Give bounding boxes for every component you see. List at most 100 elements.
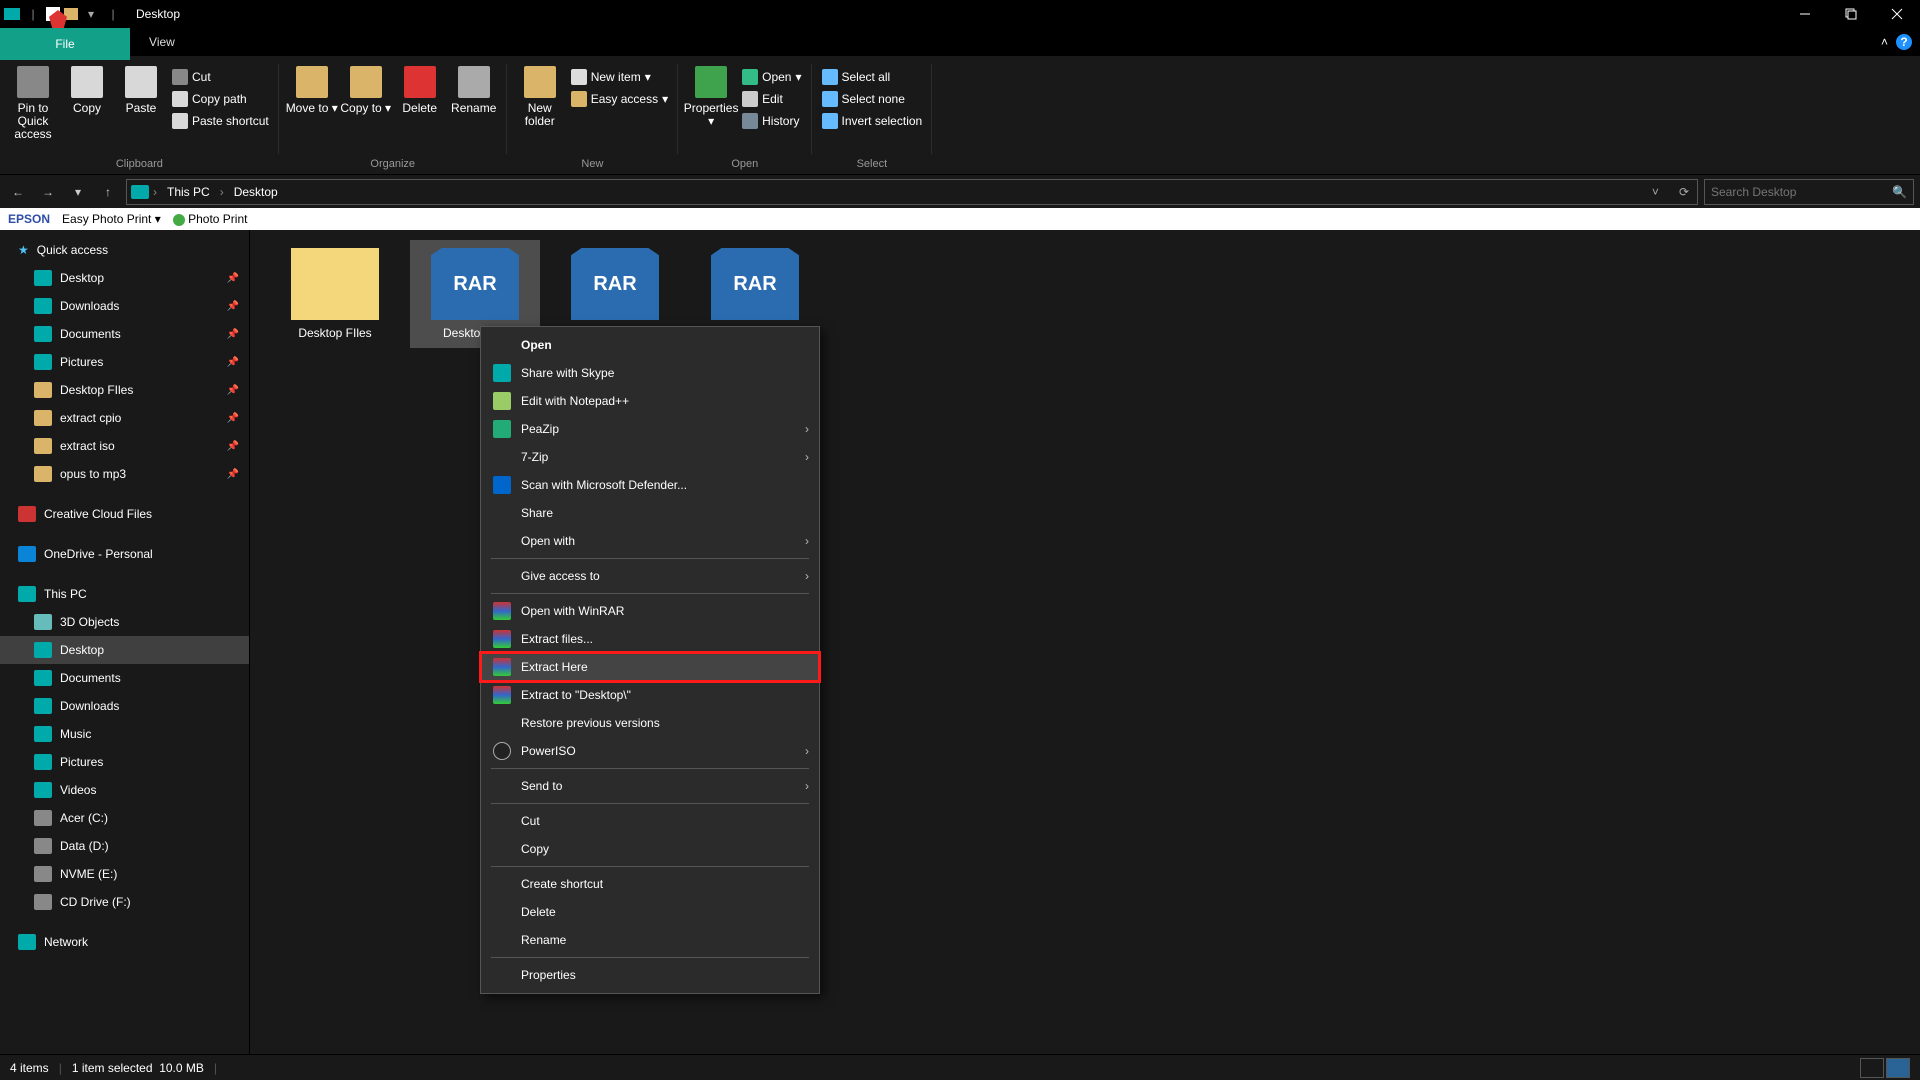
tree-item[interactable]: Videos bbox=[0, 776, 249, 804]
context-menu-item[interactable]: Extract Here bbox=[481, 653, 819, 681]
move-to-button[interactable]: Move to ▾ bbox=[285, 60, 339, 148]
refresh-button[interactable]: ⟳ bbox=[1671, 185, 1697, 199]
group-organize: Move to ▾ Copy to ▾ Delete Rename Organi… bbox=[279, 56, 507, 174]
blank-icon bbox=[493, 336, 511, 354]
context-menu-item[interactable]: Copy bbox=[481, 835, 819, 863]
tree-item[interactable]: NVME (E:) bbox=[0, 860, 249, 888]
recent-dropdown[interactable]: ▾ bbox=[66, 180, 90, 204]
tree-quick-access[interactable]: ★Quick access bbox=[0, 236, 249, 264]
tree-onedrive[interactable]: OneDrive - Personal bbox=[0, 540, 249, 568]
tree-item[interactable]: Documents📌 bbox=[0, 320, 249, 348]
history-button[interactable]: History bbox=[738, 110, 805, 132]
context-menu-item[interactable]: Open with› bbox=[481, 527, 819, 555]
copy-button[interactable]: Copy bbox=[60, 60, 114, 148]
context-menu-item[interactable]: PeaZip› bbox=[481, 415, 819, 443]
tree-item[interactable]: Desktop bbox=[0, 636, 249, 664]
context-menu-item[interactable]: Share with Skype bbox=[481, 359, 819, 387]
tree-item[interactable]: opus to mp3📌 bbox=[0, 460, 249, 488]
help-icon[interactable]: ? bbox=[1896, 34, 1912, 50]
rename-button[interactable]: Rename bbox=[447, 60, 501, 148]
context-menu-item[interactable]: Cut bbox=[481, 807, 819, 835]
tree-item[interactable]: Documents bbox=[0, 664, 249, 692]
search-icon[interactable]: 🔍 bbox=[1892, 185, 1907, 199]
edit-button[interactable]: Edit bbox=[738, 88, 805, 110]
group-open: Properties ▾ Open▾ Edit History Open bbox=[678, 56, 811, 174]
tab-view[interactable]: View bbox=[132, 28, 192, 55]
tree-item[interactable]: Pictures📌 bbox=[0, 348, 249, 376]
easy-access-button[interactable]: Easy access▾ bbox=[567, 88, 672, 110]
view-details-button[interactable] bbox=[1860, 1058, 1884, 1078]
context-menu-item[interactable]: Rename bbox=[481, 926, 819, 954]
tree-item[interactable]: Downloads📌 bbox=[0, 292, 249, 320]
open-button[interactable]: Open▾ bbox=[738, 66, 805, 88]
paste-button[interactable]: Paste bbox=[114, 60, 168, 148]
context-menu-item[interactable]: Give access to› bbox=[481, 562, 819, 590]
context-menu-item[interactable]: Scan with Microsoft Defender... bbox=[481, 471, 819, 499]
back-button[interactable]: ← bbox=[6, 180, 30, 204]
select-all-button[interactable]: Select all bbox=[818, 66, 927, 88]
path-dropdown-icon[interactable]: ˅ bbox=[1644, 185, 1667, 199]
tree-item[interactable]: Music bbox=[0, 720, 249, 748]
tree-item[interactable]: CD Drive (F:) bbox=[0, 888, 249, 916]
file-item[interactable]: Desktop FIles bbox=[270, 240, 400, 348]
tree-item[interactable]: extract cpio📌 bbox=[0, 404, 249, 432]
new-item-button[interactable]: New item▾ bbox=[567, 66, 672, 88]
context-menu-item[interactable]: Open with WinRAR bbox=[481, 597, 819, 625]
select-none-button[interactable]: Select none bbox=[818, 88, 927, 110]
context-menu-item[interactable]: Send to› bbox=[481, 772, 819, 800]
search-input[interactable] bbox=[1711, 185, 1892, 199]
pin-quick-access-button[interactable]: Pin to Quick access bbox=[6, 60, 60, 148]
crumb-desktop[interactable]: Desktop bbox=[228, 183, 284, 201]
tree-item[interactable]: extract iso📌 bbox=[0, 432, 249, 460]
forward-button[interactable]: → bbox=[36, 180, 60, 204]
context-menu-item[interactable]: Extract to "Desktop\" bbox=[481, 681, 819, 709]
ribbon-collapse-icon[interactable]: ˄ bbox=[1881, 35, 1888, 49]
minimize-button[interactable] bbox=[1782, 0, 1828, 28]
new-folder-button[interactable]: New folder bbox=[513, 60, 567, 148]
status-selection: 1 item selected 10.0 MB bbox=[72, 1061, 204, 1075]
context-menu-item[interactable]: Delete bbox=[481, 898, 819, 926]
address-bar: ← → ▾ ↑ › This PC › Desktop ˅ ⟳ 🔍 bbox=[0, 174, 1920, 208]
context-menu-item[interactable]: Create shortcut bbox=[481, 870, 819, 898]
properties-button[interactable]: Properties ▾ bbox=[684, 60, 738, 148]
tree-item[interactable]: Desktop📌 bbox=[0, 264, 249, 292]
nav-tree[interactable]: ★Quick access Desktop📌Downloads📌Document… bbox=[0, 230, 250, 1054]
tree-item[interactable]: Data (D:) bbox=[0, 832, 249, 860]
epson-easy-print[interactable]: Easy Photo Print ▾ bbox=[62, 212, 161, 226]
search-box[interactable]: 🔍 bbox=[1704, 179, 1914, 205]
epson-photo-print[interactable]: Photo Print bbox=[173, 212, 248, 226]
delete-button[interactable]: Delete bbox=[393, 60, 447, 148]
path-box[interactable]: › This PC › Desktop ˅ ⟳ bbox=[126, 179, 1698, 205]
tree-item[interactable]: Pictures bbox=[0, 748, 249, 776]
context-menu-item[interactable]: Extract files... bbox=[481, 625, 819, 653]
qat-properties-icon[interactable] bbox=[46, 7, 60, 21]
context-menu-item[interactable]: Properties bbox=[481, 961, 819, 989]
context-menu-item[interactable]: Open bbox=[481, 331, 819, 359]
cut-button[interactable]: Cut bbox=[168, 66, 273, 88]
tree-item[interactable]: Downloads bbox=[0, 692, 249, 720]
qat-dropdown-icon[interactable]: ▾ bbox=[82, 5, 100, 23]
context-menu-item[interactable]: Edit with Notepad++ bbox=[481, 387, 819, 415]
copy-path-button[interactable]: Copy path bbox=[168, 88, 273, 110]
file-item[interactable]: RAR bbox=[690, 240, 820, 334]
tree-item[interactable]: Desktop FIles📌 bbox=[0, 376, 249, 404]
tree-creative-cloud[interactable]: Creative Cloud Files bbox=[0, 500, 249, 528]
context-menu-item[interactable]: PowerISO› bbox=[481, 737, 819, 765]
def-icon bbox=[493, 476, 511, 494]
tree-this-pc[interactable]: This PC bbox=[0, 580, 249, 608]
tree-item[interactable]: 3D Objects bbox=[0, 608, 249, 636]
paste-shortcut-button[interactable]: Paste shortcut bbox=[168, 110, 273, 132]
tree-item[interactable]: Acer (C:) bbox=[0, 804, 249, 832]
up-button[interactable]: ↑ bbox=[96, 180, 120, 204]
copy-to-button[interactable]: Copy to ▾ bbox=[339, 60, 393, 148]
context-menu-item[interactable]: Restore previous versions bbox=[481, 709, 819, 737]
invert-selection-button[interactable]: Invert selection bbox=[818, 110, 927, 132]
maximize-button[interactable] bbox=[1828, 0, 1874, 28]
close-button[interactable] bbox=[1874, 0, 1920, 28]
context-menu-item[interactable]: Share bbox=[481, 499, 819, 527]
tree-network[interactable]: Network bbox=[0, 928, 249, 956]
context-menu-item[interactable]: 7-Zip› bbox=[481, 443, 819, 471]
crumb-this-pc[interactable]: This PC bbox=[161, 183, 216, 201]
file-item[interactable]: RAR bbox=[550, 240, 680, 334]
view-icons-button[interactable] bbox=[1886, 1058, 1910, 1078]
